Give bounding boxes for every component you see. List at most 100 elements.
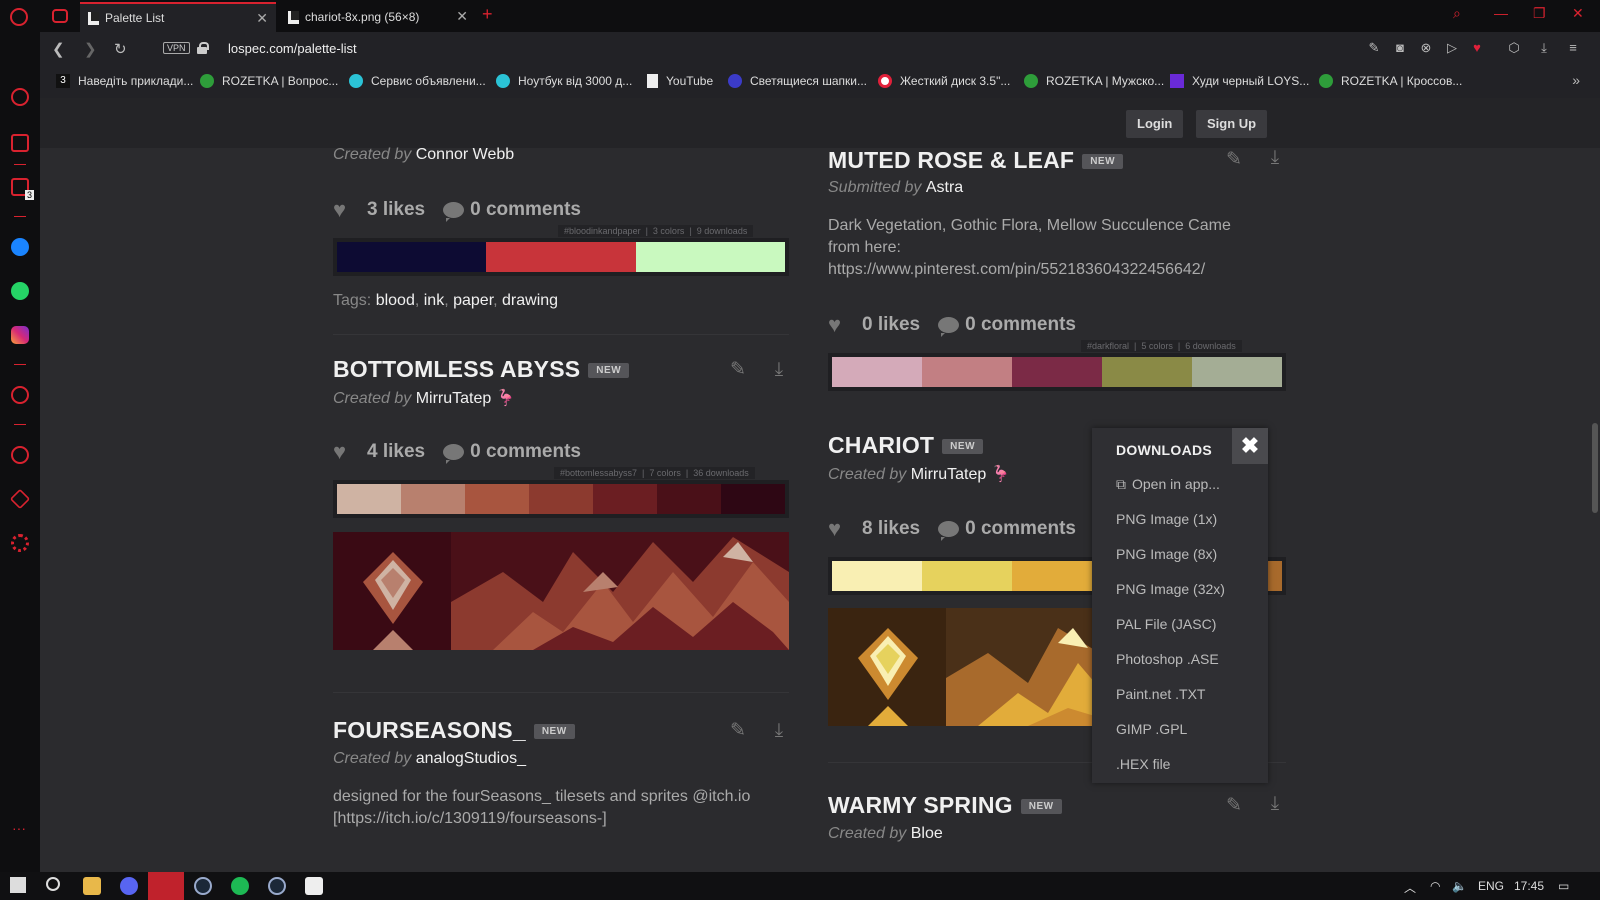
color-swatch[interactable]	[657, 484, 721, 514]
palette-title[interactable]: MUTED ROSE & LEAF NEW	[828, 147, 1124, 174]
palette-title[interactable]: BOTTOMLESS ABYSS NEW	[333, 356, 630, 383]
minimize-icon[interactable]: —	[1494, 5, 1508, 21]
send-icon[interactable]: ▷	[1445, 41, 1459, 55]
author-link[interactable]: analogStudios_	[416, 750, 526, 767]
clock[interactable]: 17:45	[1514, 879, 1544, 893]
author-link[interactable]: MirruTatep	[911, 466, 987, 483]
tag-link[interactable]: paper	[453, 292, 493, 309]
palette-title[interactable]: WARMY SPRING NEW	[828, 792, 1062, 819]
close-window-icon[interactable]: ✕	[1572, 5, 1584, 22]
back-icon[interactable]: ❮	[52, 40, 65, 58]
search-tabs-icon[interactable]: ⌕	[1453, 5, 1461, 22]
like-heart-icon[interactable]: ♥	[333, 199, 353, 221]
comment-bubble-icon[interactable]	[443, 444, 465, 464]
edit-pencil-icon[interactable]: ✎	[727, 720, 749, 742]
discord-icon[interactable]	[120, 877, 138, 895]
forward-icon[interactable]: ❯	[84, 40, 97, 58]
extensions-icon[interactable]	[9, 488, 31, 510]
color-swatch[interactable]	[832, 561, 922, 591]
url-field[interactable]: lospec.com/palette-list	[228, 41, 357, 56]
tab-chariot-png[interactable]: chariot-8x.png (56×8) ✕	[280, 2, 476, 32]
author-link[interactable]: Connor Webb	[416, 146, 514, 163]
wifi-icon[interactable]: ◠	[1430, 879, 1440, 893]
palette-title[interactable]: FOURSEASONS_ NEW	[333, 717, 575, 744]
close-tab-icon[interactable]: ✕	[456, 8, 468, 25]
camera-icon[interactable]: ◙	[1393, 41, 1407, 55]
palette-example-image[interactable]	[828, 608, 1108, 726]
steam-icon[interactable]	[268, 877, 286, 895]
palette-example-image[interactable]	[333, 532, 789, 650]
opera-logo-icon[interactable]	[10, 8, 28, 26]
color-swatch[interactable]	[337, 484, 401, 514]
windows-start-icon[interactable]	[10, 877, 26, 893]
bookmark-item[interactable]: 3 Наведіть приклади...	[56, 74, 193, 88]
tab-palette-list[interactable]: Palette List ✕	[80, 2, 276, 32]
color-swatch[interactable]	[1012, 561, 1102, 591]
messenger-icon[interactable]	[11, 238, 29, 256]
steam-icon[interactable]	[194, 877, 212, 895]
download-png-32x[interactable]: PNG Image (32x)	[1116, 581, 1225, 597]
twitch-app-icon[interactable]	[305, 877, 323, 895]
palette-swatches[interactable]	[333, 480, 789, 518]
comment-bubble-icon[interactable]	[443, 202, 465, 222]
palette-swatches[interactable]	[333, 238, 789, 276]
bookmark-item[interactable]: ROZETKA | Вопрос...	[200, 74, 338, 88]
language-indicator[interactable]: ENG	[1478, 879, 1504, 893]
close-tab-icon[interactable]: ✕	[256, 10, 268, 27]
edit-icon[interactable]: ✎	[1367, 41, 1381, 55]
tray-chevron-icon[interactable]: ︿	[1404, 879, 1416, 896]
edit-pencil-icon[interactable]: ✎	[727, 359, 749, 381]
like-heart-icon[interactable]: ♥	[333, 441, 353, 463]
color-swatch[interactable]	[832, 357, 922, 387]
color-swatch[interactable]	[486, 242, 636, 272]
color-swatch[interactable]	[922, 357, 1012, 387]
color-swatch[interactable]	[529, 484, 593, 514]
signup-button[interactable]: Sign Up	[1196, 110, 1268, 138]
player-icon[interactable]	[11, 386, 29, 404]
volume-icon[interactable]: 🔈	[1452, 879, 1467, 893]
color-swatch[interactable]	[721, 484, 785, 514]
spotify-icon[interactable]	[231, 877, 249, 895]
menu-icon[interactable]: ≡	[1566, 41, 1580, 55]
bookmark-item[interactable]: Худи черный LOYS...	[1170, 74, 1309, 88]
download-icon[interactable]: ⤓	[1264, 793, 1286, 815]
download-pal-file[interactable]: PAL File (JASC)	[1116, 616, 1216, 632]
download-icon[interactable]: ⤓	[768, 720, 790, 742]
bookmark-item[interactable]: Ноутбук від 3000 д...	[496, 74, 632, 88]
notifications-icon[interactable]: ▭	[1558, 879, 1569, 893]
restore-icon[interactable]: ❐	[1533, 5, 1546, 22]
lock-icon[interactable]	[197, 42, 209, 54]
history-icon[interactable]	[11, 446, 29, 464]
cube-icon[interactable]: ⬡	[1507, 41, 1521, 55]
tag-link[interactable]: ink	[424, 292, 444, 309]
color-swatch[interactable]	[1102, 357, 1192, 387]
color-swatch[interactable]	[401, 484, 465, 514]
more-bookmarks-icon[interactable]: »	[1572, 72, 1580, 88]
bookmark-item[interactable]: ROZETKA | Кроссов...	[1319, 74, 1462, 88]
color-swatch[interactable]	[635, 242, 785, 272]
palette-swatches[interactable]	[828, 353, 1286, 391]
color-swatch[interactable]	[1192, 357, 1282, 387]
description-link[interactable]: https://www.pinterest.com/pin/5521836043…	[828, 259, 1268, 281]
opera-gx-taskbar-icon[interactable]	[148, 872, 184, 900]
color-swatch[interactable]	[593, 484, 657, 514]
download-txt[interactable]: Paint.net .TXT	[1116, 686, 1205, 702]
tag-link[interactable]: blood	[376, 292, 415, 309]
color-swatch[interactable]	[337, 242, 487, 272]
author-link[interactable]: Bloe	[911, 825, 943, 842]
download-png-1x[interactable]: PNG Image (1x)	[1116, 511, 1217, 527]
color-swatch[interactable]	[465, 484, 529, 514]
speed-dial-icon[interactable]	[11, 88, 29, 106]
download-ase[interactable]: Photoshop .ASE	[1116, 651, 1219, 667]
download-open-in-app[interactable]: ⧉ Open in app...	[1116, 476, 1220, 493]
comment-bubble-icon[interactable]	[938, 317, 960, 337]
close-popup-icon[interactable]: ✖	[1232, 428, 1268, 464]
page-scrollbar[interactable]	[1590, 148, 1600, 872]
bookmark-item[interactable]: Сервис объявлени...	[349, 74, 486, 88]
vpn-badge[interactable]: VPN	[163, 42, 190, 54]
author-link[interactable]: Astra	[926, 179, 963, 196]
edit-pencil-icon[interactable]: ✎	[1223, 149, 1245, 171]
download-hex[interactable]: .HEX file	[1116, 756, 1170, 772]
file-explorer-icon[interactable]	[83, 877, 101, 895]
download-gpl[interactable]: GIMP .GPL	[1116, 721, 1187, 737]
